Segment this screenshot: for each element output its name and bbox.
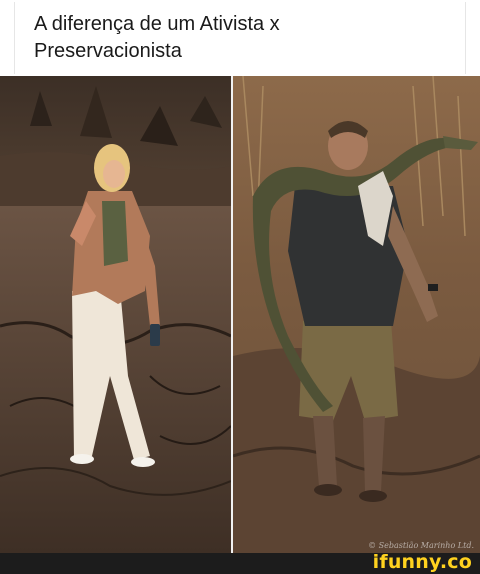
footer-bar: ifunny.co — [0, 551, 480, 574]
photo-left — [0, 76, 231, 553]
caption-area: A diferença de um Ativista x Preservacio… — [0, 0, 480, 76]
photo-watermark: © Sebastião Marinho Ltd. — [368, 541, 474, 550]
meme-image: © Sebastião Marinho Ltd. — [0, 76, 480, 553]
caption-text: A diferença de um Ativista x Preservacio… — [34, 13, 280, 62]
ifunny-logo[interactable]: ifunny.co — [373, 551, 472, 573]
activist-photo — [0, 76, 231, 553]
caption-card: A diferença de um Ativista x Preservacio… — [14, 2, 466, 74]
preservationist-photo: © Sebastião Marinho Ltd. — [233, 76, 480, 553]
photo-right: © Sebastião Marinho Ltd. — [233, 76, 480, 553]
